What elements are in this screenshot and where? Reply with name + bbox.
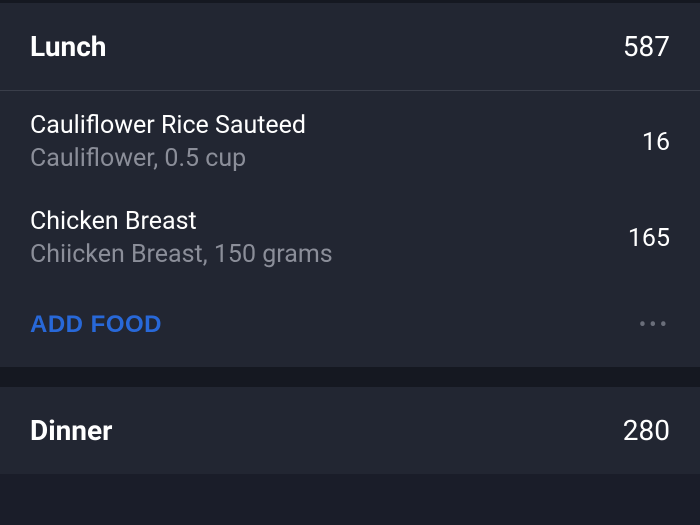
food-item[interactable]: Chicken Breast Chiicken Breast, 150 gram… xyxy=(0,187,700,283)
food-details: Cauliflower, 0.5 cup xyxy=(30,144,306,173)
lunch-title: Lunch xyxy=(30,30,106,63)
food-calories: 165 xyxy=(628,224,670,253)
dinner-header[interactable]: Dinner 280 xyxy=(0,387,700,474)
dinner-total-calories: 280 xyxy=(623,414,670,447)
food-name: Cauliflower Rice Sauteed xyxy=(30,111,306,140)
food-item-info: Chicken Breast Chiicken Breast, 150 gram… xyxy=(30,207,333,269)
section-divider xyxy=(0,367,700,387)
more-options-icon[interactable]: ••• xyxy=(639,313,670,338)
lunch-section: Lunch 587 Cauliflower Rice Sauteed Cauli… xyxy=(0,3,700,367)
lunch-actions: ADD FOOD ••• xyxy=(0,283,700,367)
dinner-title: Dinner xyxy=(30,414,112,447)
food-name: Chicken Breast xyxy=(30,207,333,236)
food-details: Chiicken Breast, 150 grams xyxy=(30,240,333,269)
dinner-section: Dinner 280 xyxy=(0,387,700,474)
food-item[interactable]: Cauliflower Rice Sauteed Cauliflower, 0.… xyxy=(0,91,700,187)
lunch-header[interactable]: Lunch 587 xyxy=(0,3,700,91)
food-calories: 16 xyxy=(642,128,670,157)
add-food-button[interactable]: ADD FOOD xyxy=(30,311,162,339)
lunch-total-calories: 587 xyxy=(623,30,670,63)
food-item-info: Cauliflower Rice Sauteed Cauliflower, 0.… xyxy=(30,111,306,173)
